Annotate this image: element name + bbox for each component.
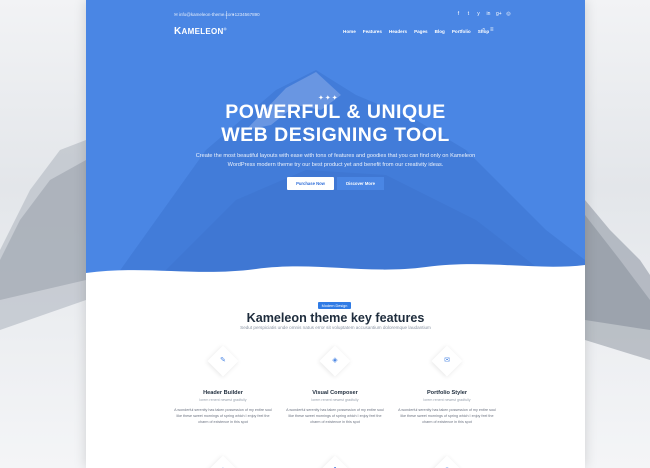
diamond-icon: ◇ (207, 455, 239, 468)
linkedin-icon[interactable]: in (486, 11, 491, 17)
twitter-icon[interactable]: t (466, 11, 471, 17)
feature-title: Visual Composer (312, 390, 358, 396)
purchase-now-button[interactable]: Purchase Now (287, 177, 334, 190)
social-links: f t y in g+ ◎ (456, 11, 511, 17)
feature-title: Portfolio Styler (426, 390, 468, 396)
hero-title: POWERFUL & UNIQUE WEB DESIGNING TOOL (221, 101, 450, 146)
facebook-icon[interactable]: f (456, 11, 461, 17)
feature-description: A wonderful serenity has taken possessio… (398, 408, 496, 424)
website-page: ✉ info@kameleon-theme.com +1234567890 f … (86, 0, 585, 468)
contact-phone[interactable]: +1234567890 (232, 12, 260, 17)
topbar-divider (226, 11, 227, 19)
hero-wave-divider (86, 264, 585, 295)
layers-icon: ◈ (319, 345, 351, 377)
feature-tagline: lorem renent newest gradfully (311, 398, 359, 402)
nav-item-home[interactable]: Home (343, 29, 356, 34)
top-bar: ✉ info@kameleon-theme.com +1234567890 f … (86, 10, 585, 22)
main-navigation: KAMELEON® Home Features Headers Pages Bl… (86, 24, 585, 38)
hamburger-icon[interactable]: ≡ (490, 27, 494, 33)
pencil-icon: ✎ (207, 345, 239, 377)
feature-tagline: lorem renent newest gradfully (199, 398, 247, 402)
instagram-icon[interactable]: ◎ (506, 11, 511, 17)
nav-item-blog[interactable]: Blog (435, 29, 445, 34)
google-plus-icon[interactable]: g+ (496, 11, 502, 17)
feature-description: A wonderful serenity has taken possessio… (174, 408, 272, 424)
envelope-icon: ✉ (431, 345, 463, 377)
feature-tagline: lorem renent newest gradfully (423, 398, 471, 402)
youtube-icon[interactable]: y (476, 11, 481, 17)
site-logo[interactable]: KAMELEON® (174, 26, 227, 37)
nav-menu: Home Features Headers Pages Blog Portfol… (343, 29, 489, 34)
section-subtitle: Sedut perspiciatis unde omnis natus erro… (240, 325, 431, 330)
section-title: Kameleon theme key features (246, 311, 425, 325)
nav-item-portfolio[interactable]: Portfolio (452, 29, 471, 34)
nav-item-features[interactable]: Features (363, 29, 382, 34)
hero-subtitle: Create the most beautiful layouts with e… (195, 153, 476, 168)
feature-title: Header Builder (203, 390, 243, 396)
discover-more-button[interactable]: Discover More (337, 177, 384, 190)
hero-section: ✉ info@kameleon-theme.com +1234567890 f … (86, 0, 585, 290)
search-icon[interactable]: ⌕ (482, 27, 485, 34)
section-badge: Modern Design (318, 302, 351, 309)
feature-description: A wonderful serenity has taken possessio… (286, 408, 384, 424)
target-icon: ◎ (431, 455, 463, 468)
nav-item-pages[interactable]: Pages (414, 29, 428, 34)
nav-item-headers[interactable]: Headers (389, 29, 407, 34)
flower-icon: ✿ (319, 455, 351, 468)
